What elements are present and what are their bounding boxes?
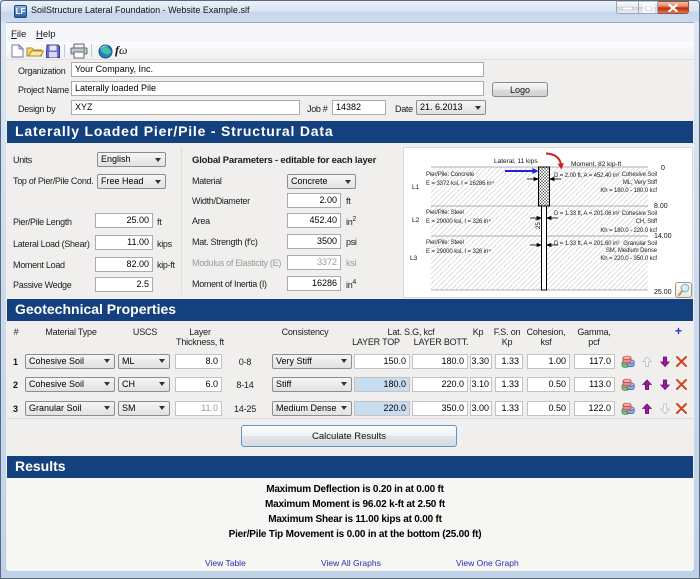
svg-text:Moment, 82 kip-ft: Moment, 82 kip-ft xyxy=(571,161,621,168)
svg-text:Granular Soil: Granular Soil xyxy=(623,241,657,247)
svg-text:25 ft: 25 ft xyxy=(536,217,542,229)
svg-text:25.00: 25.00 xyxy=(654,289,672,296)
svg-text:Kh = 180.0 - 220.0 kcf: Kh = 180.0 - 220.0 kcf xyxy=(600,228,657,234)
svg-text:Kh = 180.0 - 180.0 kcf: Kh = 180.0 - 180.0 kcf xyxy=(600,188,657,194)
svg-text:Lateral, 11 kips: Lateral, 11 kips xyxy=(494,158,538,165)
svg-text:L1: L1 xyxy=(412,184,420,191)
svg-text:Cohesive Soil: Cohesive Soil xyxy=(622,211,657,217)
svg-text:Pier/Pile: Steel: Pier/Pile: Steel xyxy=(426,240,464,246)
svg-text:D = 1.33 ft, A = 201.60 in²: D = 1.33 ft, A = 201.60 in² xyxy=(554,241,619,247)
svg-text:14.00: 14.00 xyxy=(654,233,672,240)
svg-text:0: 0 xyxy=(661,165,665,172)
svg-text:E = 29000 ksi, I = 326 in⁴: E = 29000 ksi, I = 326 in⁴ xyxy=(426,248,491,255)
svg-text:E = 3372 ksi, I = 16286 in⁴: E = 3372 ksi, I = 16286 in⁴ xyxy=(426,180,494,187)
svg-text:Pier/Pile: Concrete: Pier/Pile: Concrete xyxy=(426,172,475,178)
svg-text:Pier/Pile: Steel: Pier/Pile: Steel xyxy=(426,210,464,216)
svg-text:L2: L2 xyxy=(412,217,420,224)
svg-text:SM, Medium Dense: SM, Medium Dense xyxy=(606,248,658,254)
svg-text:Cohesive Soil: Cohesive Soil xyxy=(622,172,657,178)
svg-text:ML, Very Stiff: ML, Very Stiff xyxy=(623,180,658,186)
svg-text:L3: L3 xyxy=(410,255,418,262)
svg-text:E = 29000 ksi, I = 326 in⁴: E = 29000 ksi, I = 326 in⁴ xyxy=(426,218,491,225)
svg-text:8.00: 8.00 xyxy=(654,203,668,210)
svg-text:D = 2.00 ft, A = 452.40 in²: D = 2.00 ft, A = 452.40 in² xyxy=(554,173,619,179)
svg-text:CH, Stiff: CH, Stiff xyxy=(636,219,658,225)
svg-text:D = 1.33 ft, A = 201.06 in²: D = 1.33 ft, A = 201.06 in² xyxy=(554,211,619,217)
svg-text:Kh = 220.0 - 350.0 kcf: Kh = 220.0 - 350.0 kcf xyxy=(600,256,657,262)
